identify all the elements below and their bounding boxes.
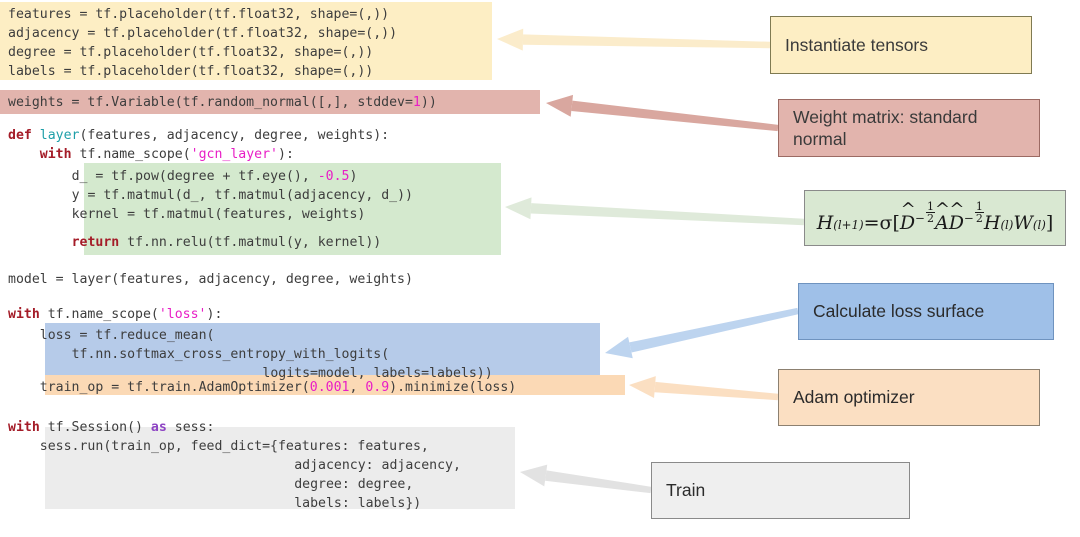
code-token: y = tf.matmul(d_, tf.matmul(adjacency, d… [71,188,413,203]
callout-label: Instantiate tensors [785,34,928,55]
callout-gcn-formula[interactable]: H (l+1) = σ[D ^ −1 2 A ^ D ^ −1 2 H (l) W (l)] [804,190,1066,246]
formula-sup-l-plus-1: (l+1) [833,218,864,233]
code-token: tf.name_scope( [79,147,191,162]
code-line: y = tf.matmul(d_, tf.matmul(adjacency, d… [72,186,413,205]
callout-weight-matrix[interactable]: Weight matrix: standard normal [778,99,1040,157]
code-token: train_op = tf.train.AdamOptimizer( [39,380,310,395]
formula-W: W [1013,212,1033,235]
code-token: adjacency = tf.placeholder(tf.float32, s… [8,26,398,41]
code-token: 'loss' [158,307,207,322]
code-line: d_ = tf.pow(degree + tf.eye(), -0.5) [72,167,358,186]
formula-equals: = [863,212,880,235]
callout-label: Train [666,480,706,501]
code-token: 0.9 [365,380,390,395]
code-line: degree: degree, [294,475,413,494]
code-token: layer [39,128,80,143]
callout-label: Calculate loss surface [813,301,985,322]
code-line: adjacency = tf.placeholder(tf.float32, s… [8,24,397,43]
code-token: adjacency: adjacency, [294,458,461,473]
code-token: return [71,235,128,250]
formula-sigma: σ [879,212,893,235]
code-token: labels = tf.placeholder(tf.float32, shap… [8,64,374,79]
formula-D-hat-2: D ^ [948,199,965,235]
formula-A-hat: A ^ [934,199,951,235]
code-line: train_op = tf.train.AdamOptimizer(0.001,… [40,378,516,397]
code-line: sess.run(train_op, feed_dict={features: … [40,437,429,456]
formula-D-hat-1: D ^ [899,199,916,235]
code-token: tf.Session() [47,420,151,435]
slide-canvas: features = tf.placeholder(tf.float32, sh… [0,0,1080,537]
code-token: ): [206,307,223,322]
code-line: degree = tf.placeholder(tf.float32, shap… [8,43,373,62]
code-line: with tf.Session() as sess: [8,418,214,437]
code-line: def layer(features, adjacency, degree, w… [8,126,389,145]
gcn-formula: H (l+1) = σ[D ^ −1 2 A ^ D ^ −1 2 H (l) W (l)] [816,199,1054,236]
code-line: with tf.name_scope('gcn_layer'): [40,145,294,164]
callout-label: Weight matrix: standard normal [793,106,978,149]
formula-sup-l-1: (l) [1000,218,1014,233]
formula-H: H [816,212,834,235]
code-token: with [8,307,48,322]
code-token: d_ = tf.pow(degree + tf.eye(), [71,169,318,184]
code-token: (features, adjacency, degree, weights): [79,128,390,143]
formula-exp-neg-half-1: −1 2 [915,199,936,225]
code-token: degree: degree, [294,477,414,492]
code-token: labels: labels}) [294,496,422,511]
formula-close-bracket: ] [1045,212,1054,235]
code-token: -0.5 [317,169,350,184]
callout-adam-optimizer[interactable]: Adam optimizer [778,369,1040,426]
formula-open-bracket: [ [892,212,900,235]
code-token: sess: [174,420,215,435]
code-token: 1 [412,95,421,110]
code-token: 'gcn_layer' [190,147,278,162]
code-token: as [150,420,175,435]
code-line: adjacency: adjacency, [294,456,461,475]
code-token: 0.001 [309,380,350,395]
code-token: tf.name_scope( [47,307,159,322]
code-token: weights = tf.Variable(tf.random_normal([… [8,95,413,110]
code-line: with tf.name_scope('loss'): [8,305,222,324]
code-token: def [8,128,40,143]
code-line: model = layer(features, adjacency, degre… [8,270,413,289]
code-token: , [349,380,366,395]
callout-calculate-loss[interactable]: Calculate loss surface [798,283,1054,340]
formula-exp-neg-half-2: −1 2 [963,199,984,225]
code-line: labels: labels}) [294,494,421,513]
formula-sup-l-2: (l) [1032,218,1046,233]
formula-H-2: H [983,212,1001,235]
code-token: tf.nn.relu(tf.matmul(y, kernel)) [127,235,382,250]
code-line: weights = tf.Variable(tf.random_normal([… [8,93,437,112]
code-token: ): [278,147,294,162]
callout-train[interactable]: Train [651,462,910,519]
code-line: loss = tf.reduce_mean( [40,326,215,345]
code-token: )) [420,95,437,110]
code-block: features = tf.placeholder(tf.float32, sh… [0,0,700,537]
code-line: features = tf.placeholder(tf.float32, sh… [8,5,389,24]
code-token: ) [349,169,358,184]
code-token: sess.run(train_op, feed_dict={features: … [39,439,429,454]
code-token: features = tf.placeholder(tf.float32, sh… [8,7,390,22]
code-line: kernel = tf.matmul(features, weights) [72,205,366,224]
code-token: with [39,147,80,162]
callout-instantiate-tensors[interactable]: Instantiate tensors [770,16,1032,74]
callout-label: Adam optimizer [793,387,915,408]
code-token: loss = tf.reduce_mean( [39,328,215,343]
code-line: tf.nn.softmax_cross_entropy_with_logits( [72,345,390,364]
code-token: ).minimize(loss) [389,380,517,395]
code-line: labels = tf.placeholder(tf.float32, shap… [8,62,373,81]
code-token: with [8,420,48,435]
code-token: kernel = tf.matmul(features, weights) [71,207,366,222]
code-line: return tf.nn.relu(tf.matmul(y, kernel)) [72,233,382,252]
code-token: model = layer(features, adjacency, degre… [8,272,413,287]
code-token: degree = tf.placeholder(tf.float32, shap… [8,45,374,60]
code-token: tf.nn.softmax_cross_entropy_with_logits( [71,347,390,362]
